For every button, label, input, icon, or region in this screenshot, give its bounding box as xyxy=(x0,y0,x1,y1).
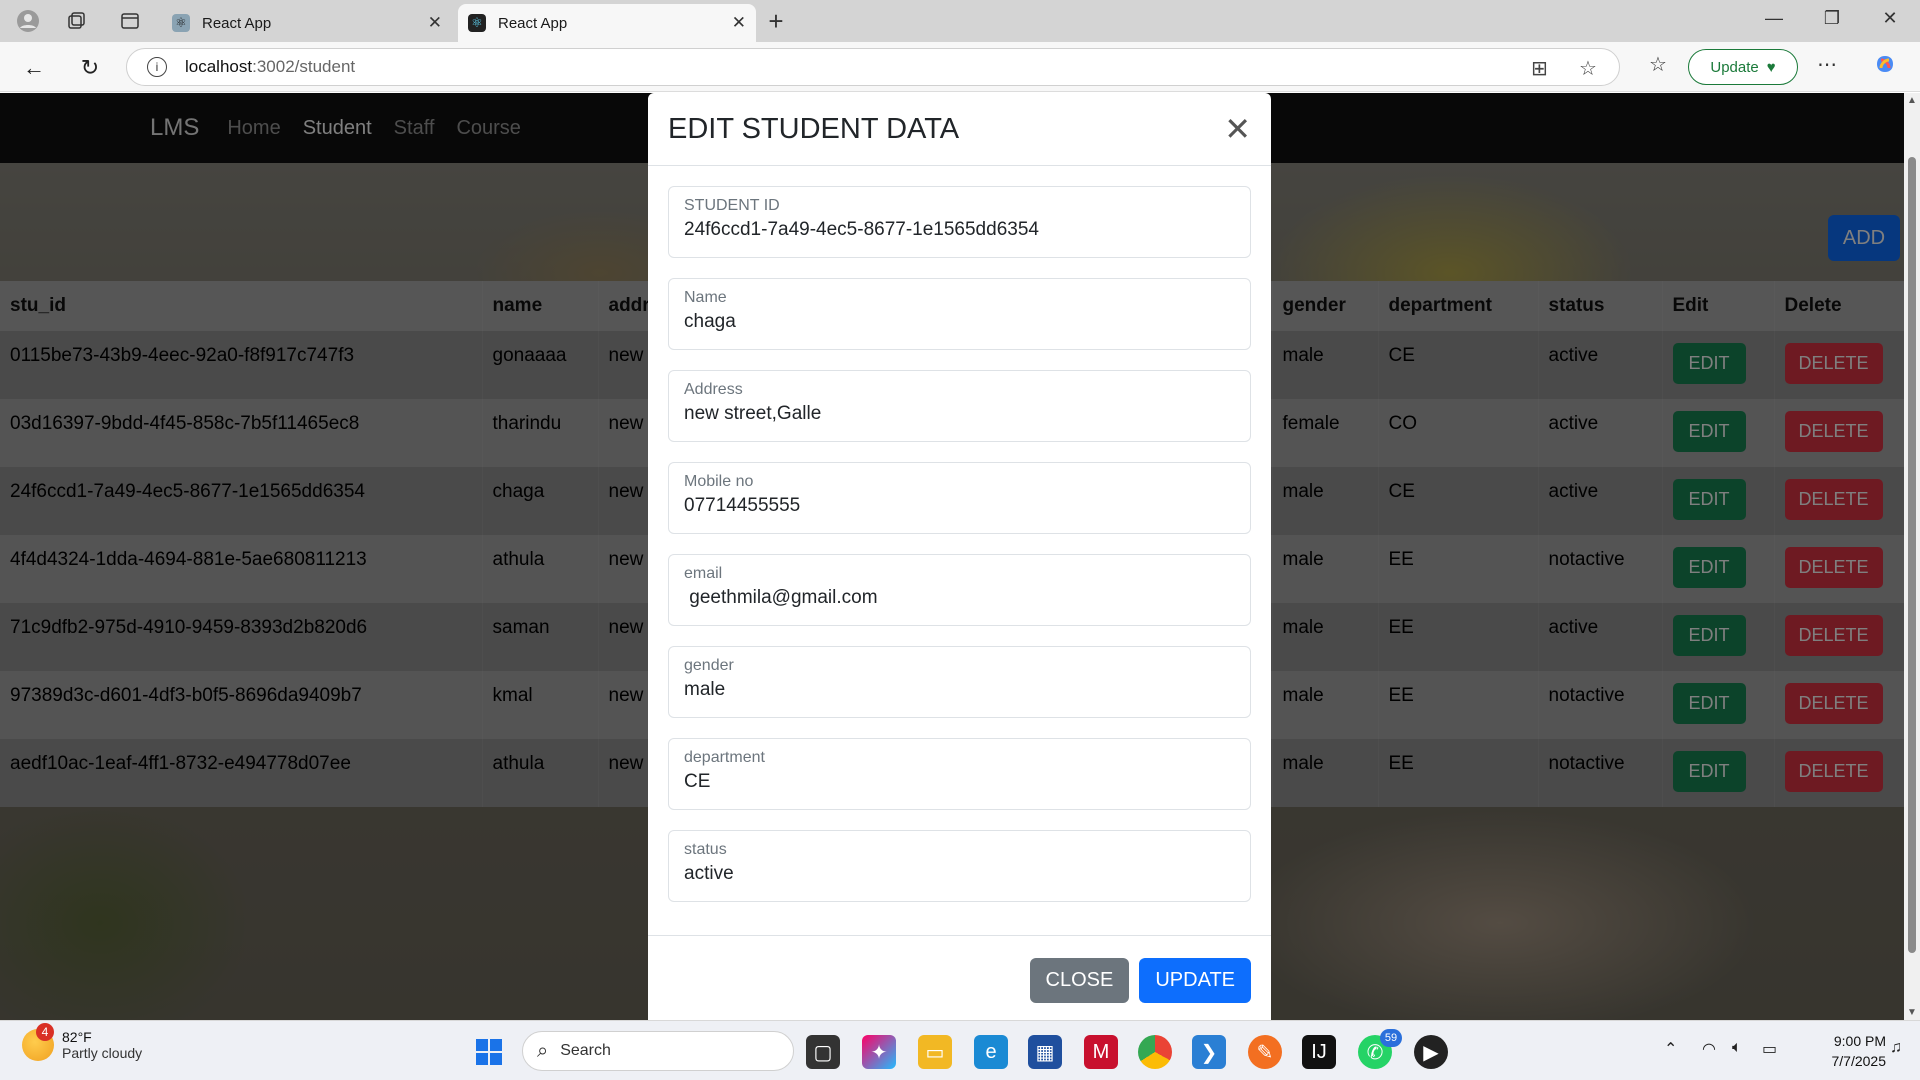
intellij-icon[interactable]: IJ xyxy=(1302,1035,1336,1069)
favorite-star-icon[interactable]: ☆ xyxy=(1579,56,1597,81)
volume-icon[interactable]: 🔈︎ xyxy=(1732,1039,1742,1057)
battery-icon[interactable]: ▭ xyxy=(1762,1039,1777,1059)
browser-update-button[interactable]: Update ♥ xyxy=(1688,49,1798,85)
close-tab-icon[interactable]: ✕ xyxy=(428,13,442,33)
field-value[interactable]: geethmila@gmail.com xyxy=(684,587,1235,609)
minimize-icon[interactable]: — xyxy=(1754,8,1794,29)
field-mobile-no[interactable]: Mobile no 07714455555 xyxy=(668,462,1251,534)
field-status[interactable]: status active xyxy=(668,830,1251,902)
profile-icon[interactable] xyxy=(14,7,42,35)
favorites-icon[interactable]: ☆ xyxy=(1643,52,1673,77)
wifi-icon[interactable]: ◠ xyxy=(1702,1039,1716,1059)
field-email[interactable]: email geethmila@gmail.com xyxy=(668,554,1251,626)
url-host: localhost xyxy=(185,57,253,76)
tab-actions-icon[interactable] xyxy=(116,7,144,35)
field-label: status xyxy=(684,841,727,858)
tab-title: React App xyxy=(498,14,568,32)
file-explorer-icon[interactable]: ▭ xyxy=(918,1035,952,1069)
modal-footer: CLOSE UPDATE xyxy=(648,938,1271,1003)
react-favicon-icon: ⚛ xyxy=(172,14,190,32)
field-label: Mobile no xyxy=(684,473,754,490)
scroll-up-icon[interactable]: ▲ xyxy=(1904,95,1920,106)
notifications-icon[interactable]: ♫ xyxy=(1890,1039,1902,1057)
weather-temp: 82°F xyxy=(62,1029,92,1045)
task-view-icon[interactable]: ▢ xyxy=(806,1035,840,1069)
address-bar[interactable]: i localhost:3002/student ⊞ ☆ xyxy=(126,48,1620,86)
tab-react-app-2[interactable]: ⚛ React App ✕ xyxy=(458,4,756,42)
workspaces-icon[interactable] xyxy=(62,7,90,35)
reload-icon[interactable]: ↻ xyxy=(74,52,106,84)
new-tab-button[interactable]: + xyxy=(762,6,790,36)
media-player-icon[interactable]: ▶ xyxy=(1414,1035,1448,1069)
page-scrollbar[interactable]: ▲ ▼ xyxy=(1904,93,1920,1020)
field-value[interactable]: male xyxy=(684,679,1235,701)
field-value[interactable]: new street,Galle xyxy=(684,403,1235,425)
copilot-icon[interactable] xyxy=(1870,52,1900,82)
field-label: gender xyxy=(684,657,734,674)
windows-taskbar: 4 82°F Partly cloudy ⌕ Search ▢ ✦ ▭ e ▦ … xyxy=(0,1020,1920,1080)
search-icon: ⌕ xyxy=(537,1039,549,1062)
clock-time: 9:00 PM xyxy=(1833,1033,1886,1049)
weather-desc: Partly cloudy xyxy=(62,1045,143,1061)
close-tab-icon[interactable]: ✕ xyxy=(732,13,746,33)
modal-title: EDIT STUDENT DATA xyxy=(668,112,960,145)
restore-icon[interactable]: ❐ xyxy=(1812,8,1852,29)
app-available-icon[interactable]: ⊞ xyxy=(1531,56,1548,81)
copilot-app-icon[interactable]: ✦ xyxy=(862,1035,896,1069)
update-heart-icon: ♥ xyxy=(1766,58,1776,76)
field-student-id[interactable]: STUDENT ID 24f6ccd1-7a49-4ec5-8677-1e156… xyxy=(668,186,1251,258)
field-label: STUDENT ID xyxy=(684,197,780,214)
edge-browser-icon[interactable]: e xyxy=(974,1035,1008,1069)
weather-widget[interactable]: 4 82°F Partly cloudy xyxy=(22,1023,143,1061)
whatsapp-badge: 59 xyxy=(1380,1029,1402,1047)
more-menu-icon[interactable]: ⋯ xyxy=(1812,52,1842,77)
browser-tab-bar: ⚛ React App ✕ ⚛ React App ✕ + — ❐ ✕ xyxy=(0,0,1920,42)
mcafee-icon[interactable]: M xyxy=(1084,1035,1118,1069)
tab-title: React App xyxy=(202,14,272,32)
modal-close-icon[interactable]: ✕ xyxy=(1224,113,1251,145)
url-path: :3002/student xyxy=(252,57,356,76)
field-department[interactable]: department CE xyxy=(668,738,1251,810)
field-label: department xyxy=(684,749,765,766)
field-gender[interactable]: gender male xyxy=(668,646,1251,718)
close-button[interactable]: CLOSE xyxy=(1029,958,1130,1003)
vscode-icon[interactable]: ❯ xyxy=(1192,1035,1226,1069)
modal-header: EDIT STUDENT DATA ✕ xyxy=(648,93,1271,166)
field-address[interactable]: Address new street,Galle xyxy=(668,370,1251,442)
windows-start-icon[interactable] xyxy=(472,1035,506,1069)
chrome-icon[interactable] xyxy=(1138,1035,1172,1069)
react-favicon-icon: ⚛ xyxy=(468,14,486,32)
store-icon[interactable]: ▦ xyxy=(1028,1035,1062,1069)
tray-expand-icon[interactable]: ⌃ xyxy=(1664,1039,1677,1059)
clock-date: 7/7/2025 xyxy=(1831,1053,1887,1069)
update-label: Update xyxy=(1710,58,1759,76)
weather-badge: 4 xyxy=(36,1023,54,1041)
field-label: email xyxy=(684,565,723,582)
field-value[interactable]: 07714455555 xyxy=(684,495,1235,517)
field-name[interactable]: Name chaga xyxy=(668,278,1251,350)
modal-body: STUDENT ID 24f6ccd1-7a49-4ec5-8677-1e156… xyxy=(648,166,1271,936)
back-icon[interactable]: ← xyxy=(18,52,50,84)
close-window-icon[interactable]: ✕ xyxy=(1870,8,1910,29)
scroll-down-icon[interactable]: ▼ xyxy=(1904,1007,1920,1018)
system-clock[interactable]: 9:00 PM 7/7/2025 xyxy=(1796,1031,1887,1071)
update-button[interactable]: UPDATE xyxy=(1139,958,1251,1003)
field-value[interactable]: CE xyxy=(684,771,1235,793)
edit-student-modal: EDIT STUDENT DATA ✕ STUDENT ID 24f6ccd1-… xyxy=(648,93,1271,1021)
field-value[interactable]: 24f6ccd1-7a49-4ec5-8677-1e1565dd6354 xyxy=(684,219,1235,241)
browser-toolbar: ← ↻ i localhost:3002/student ⊞ ☆ ☆ Updat… xyxy=(0,42,1920,92)
partly-cloudy-icon: 4 xyxy=(22,1023,54,1061)
field-label: Address xyxy=(684,381,743,398)
search-label: Search xyxy=(560,1042,611,1059)
site-info-icon[interactable]: i xyxy=(147,57,167,77)
postman-icon[interactable]: ✎ xyxy=(1248,1035,1282,1069)
tab-react-app-1[interactable]: ⚛ React App ✕ xyxy=(162,4,452,42)
field-value[interactable]: chaga xyxy=(684,311,1235,333)
field-label: Name xyxy=(684,289,727,306)
field-value[interactable]: active xyxy=(684,863,1235,885)
taskbar-search[interactable]: ⌕ Search xyxy=(522,1031,794,1071)
scroll-thumb[interactable] xyxy=(1908,157,1916,953)
